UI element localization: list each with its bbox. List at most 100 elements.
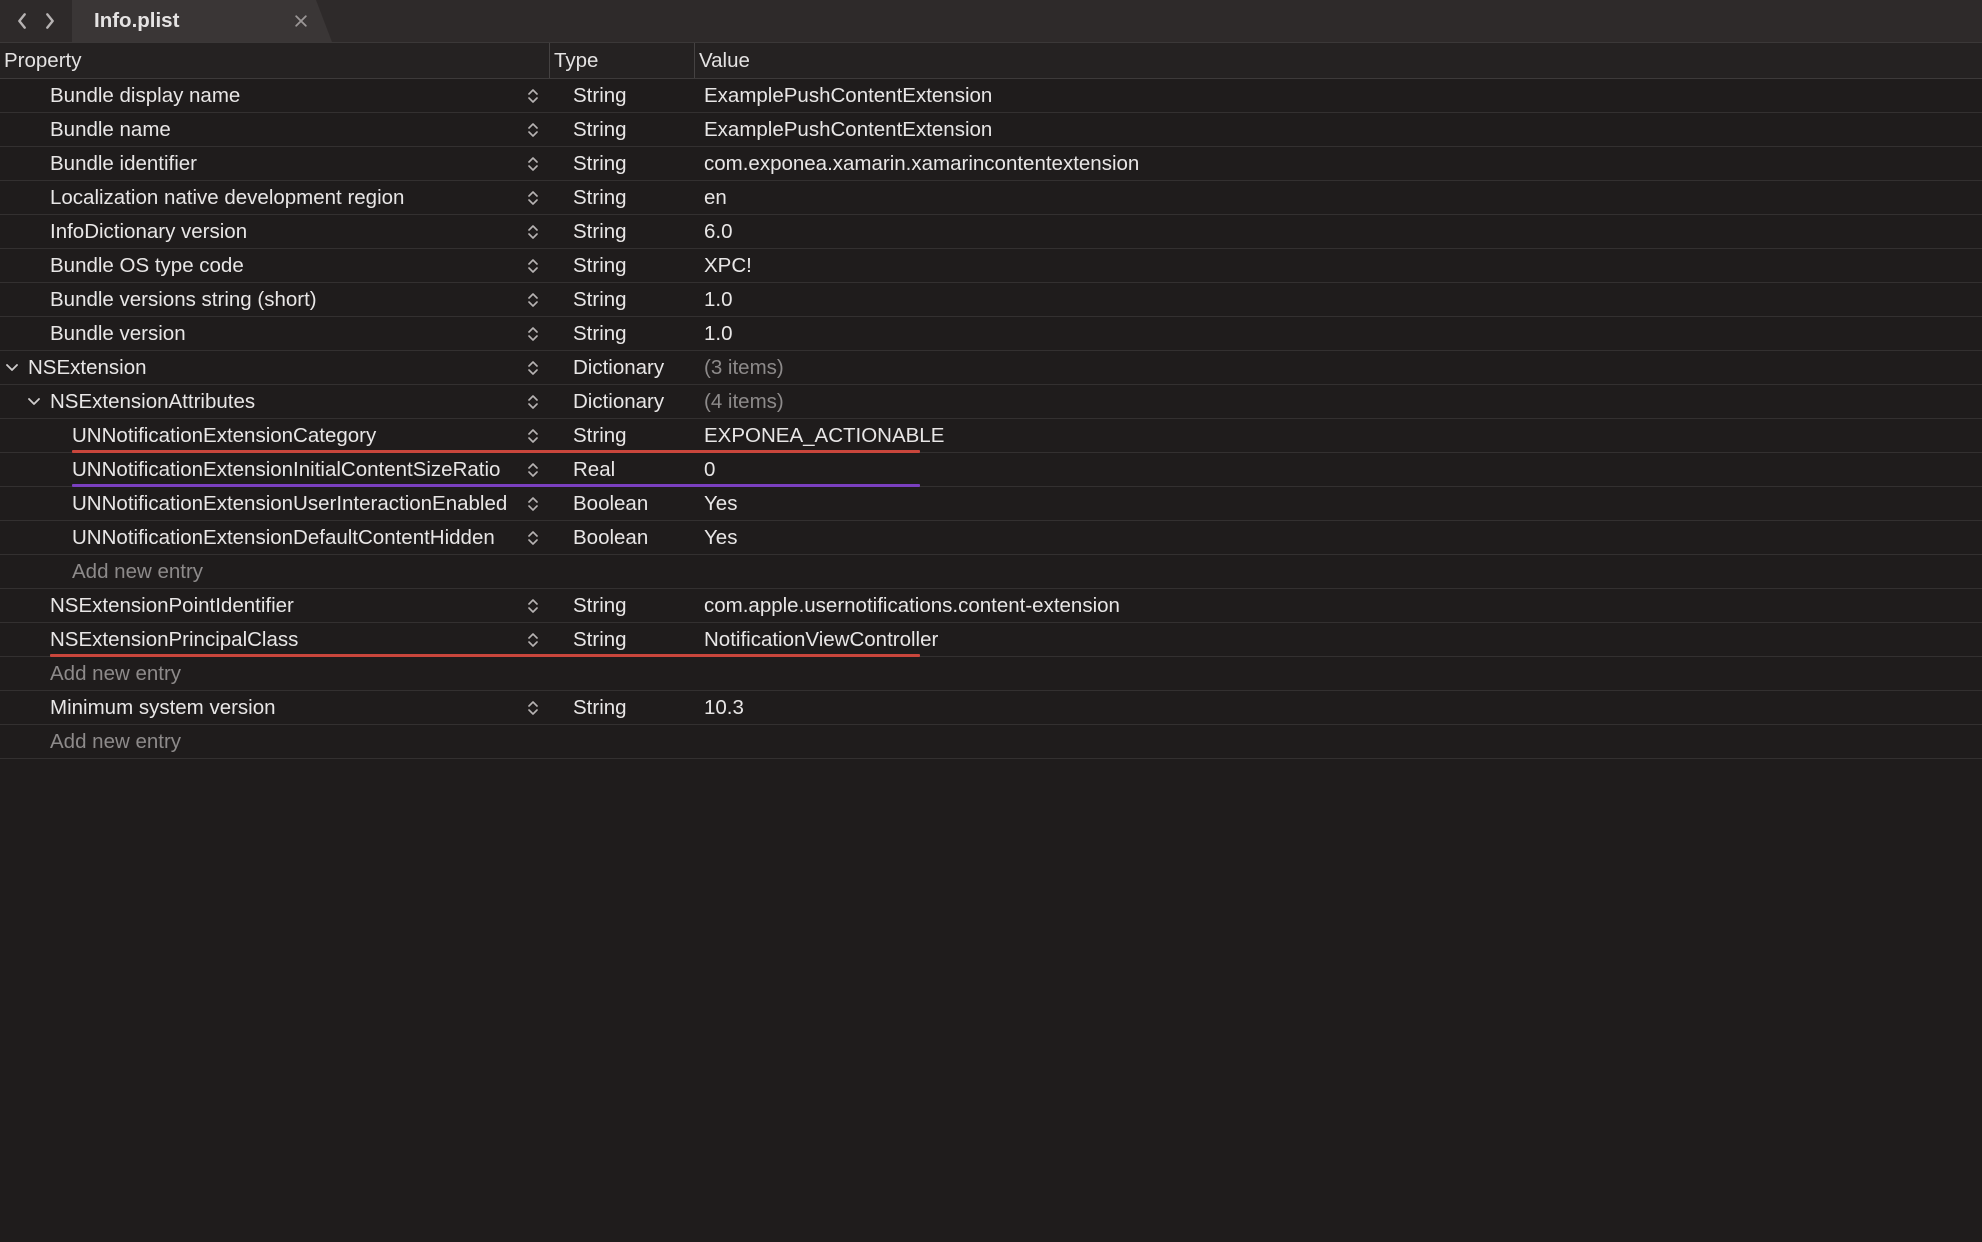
property-cell[interactable]: Add new entry — [0, 662, 549, 686]
key-type-stepper[interactable] — [525, 154, 541, 174]
value-cell[interactable]: EXPONEA_ACTIONABLE — [694, 424, 1982, 448]
plist-row[interactable]: Bundle versionString1.0 — [0, 317, 1982, 351]
add-new-entry-row[interactable]: Add new entry — [0, 555, 1982, 589]
property-cell[interactable]: UNNotificationExtensionCategory — [0, 424, 549, 448]
plist-row[interactable]: Minimum system versionString10.3 — [0, 691, 1982, 725]
property-cell[interactable]: Add new entry — [0, 730, 549, 754]
tab-info-plist[interactable]: Info.plist — [72, 0, 332, 42]
column-header-value[interactable]: Value — [694, 43, 1982, 78]
type-cell[interactable]: String — [549, 84, 694, 108]
property-cell[interactable]: NSExtension — [0, 356, 549, 380]
plist-row[interactable]: InfoDictionary versionString6.0 — [0, 215, 1982, 249]
type-cell[interactable]: String — [549, 186, 694, 210]
plist-row[interactable]: NSExtensionPrincipalClassStringNotificat… — [0, 623, 1982, 657]
plist-row[interactable]: Localization native development regionSt… — [0, 181, 1982, 215]
plist-row[interactable]: Bundle versions string (short)String1.0 — [0, 283, 1982, 317]
type-cell[interactable]: Real — [549, 458, 694, 482]
value-cell[interactable]: com.exponea.xamarin.xamarincontentextens… — [694, 152, 1982, 176]
type-cell[interactable]: String — [549, 152, 694, 176]
add-new-entry-row[interactable]: Add new entry — [0, 725, 1982, 759]
type-cell[interactable]: String — [549, 288, 694, 312]
value-cell[interactable]: Yes — [694, 526, 1982, 550]
type-cell[interactable]: String — [549, 118, 694, 142]
value-cell[interactable]: XPC! — [694, 254, 1982, 278]
value-cell[interactable]: Yes — [694, 492, 1982, 516]
type-cell[interactable]: Boolean — [549, 526, 694, 550]
plist-row[interactable]: Bundle OS type codeStringXPC! — [0, 249, 1982, 283]
key-type-stepper[interactable] — [525, 120, 541, 140]
property-cell[interactable]: Localization native development region — [0, 186, 549, 210]
nav-forward-button[interactable] — [36, 7, 64, 35]
property-cell[interactable]: UNNotificationExtensionDefaultContentHid… — [0, 526, 549, 550]
plist-row[interactable]: Bundle nameStringExamplePushContentExten… — [0, 113, 1982, 147]
key-type-stepper[interactable] — [525, 426, 541, 446]
type-cell[interactable]: String — [549, 424, 694, 448]
value-cell[interactable]: 1.0 — [694, 288, 1982, 312]
property-cell[interactable]: NSExtensionAttributes — [0, 390, 549, 414]
key-type-stepper[interactable] — [525, 290, 541, 310]
plist-row[interactable]: UNNotificationExtensionDefaultContentHid… — [0, 521, 1982, 555]
key-type-stepper[interactable] — [525, 86, 541, 106]
key-type-stepper[interactable] — [525, 256, 541, 276]
type-cell[interactable]: String — [549, 220, 694, 244]
plist-row[interactable]: NSExtensionAttributesDictionary(4 items) — [0, 385, 1982, 419]
value-cell[interactable]: ExamplePushContentExtension — [694, 84, 1982, 108]
type-cell[interactable]: String — [549, 254, 694, 278]
type-cell[interactable]: Boolean — [549, 492, 694, 516]
key-type-stepper[interactable] — [525, 392, 541, 412]
property-cell[interactable]: NSExtensionPrincipalClass — [0, 628, 549, 652]
key-type-stepper[interactable] — [525, 324, 541, 344]
value-cell[interactable]: NotificationViewController — [694, 628, 1982, 652]
property-cell[interactable]: Bundle version — [0, 322, 549, 346]
value-cell[interactable]: ExamplePushContentExtension — [694, 118, 1982, 142]
value-cell[interactable]: (4 items) — [694, 390, 1982, 414]
property-cell[interactable]: Bundle display name — [0, 84, 549, 108]
value-cell[interactable]: 6.0 — [694, 220, 1982, 244]
disclosure-triangle[interactable] — [26, 394, 42, 410]
plist-row[interactable]: UNNotificationExtensionInitialContentSiz… — [0, 453, 1982, 487]
plist-row[interactable]: Bundle display nameStringExamplePushCont… — [0, 79, 1982, 113]
property-cell[interactable]: NSExtensionPointIdentifier — [0, 594, 549, 618]
value-cell[interactable]: (3 items) — [694, 356, 1982, 380]
value-cell[interactable]: en — [694, 186, 1982, 210]
value-cell[interactable]: 0 — [694, 458, 1982, 482]
key-type-stepper[interactable] — [525, 630, 541, 650]
type-cell[interactable]: String — [549, 628, 694, 652]
property-cell[interactable]: UNNotificationExtensionInitialContentSiz… — [0, 458, 549, 482]
key-type-stepper[interactable] — [525, 358, 541, 378]
property-cell[interactable]: UNNotificationExtensionUserInteractionEn… — [0, 492, 549, 516]
value-cell[interactable]: com.apple.usernotifications.content-exte… — [694, 594, 1982, 618]
key-type-stepper[interactable] — [525, 460, 541, 480]
plist-row[interactable]: Bundle identifierStringcom.exponea.xamar… — [0, 147, 1982, 181]
property-cell[interactable]: InfoDictionary version — [0, 220, 549, 244]
add-new-entry-row[interactable]: Add new entry — [0, 657, 1982, 691]
type-cell[interactable]: Dictionary — [549, 390, 694, 414]
plist-row[interactable]: NSExtensionDictionary(3 items) — [0, 351, 1982, 385]
type-cell[interactable]: String — [549, 594, 694, 618]
property-cell[interactable]: Bundle versions string (short) — [0, 288, 549, 312]
value-cell[interactable]: 1.0 — [694, 322, 1982, 346]
type-cell[interactable]: Dictionary — [549, 356, 694, 380]
disclosure-triangle[interactable] — [4, 360, 20, 376]
column-header-type[interactable]: Type — [549, 43, 694, 78]
type-cell[interactable]: String — [549, 696, 694, 720]
type-cell[interactable]: String — [549, 322, 694, 346]
plist-row[interactable]: NSExtensionPointIdentifierStringcom.appl… — [0, 589, 1982, 623]
property-cell[interactable]: Minimum system version — [0, 696, 549, 720]
nav-back-button[interactable] — [8, 7, 36, 35]
plist-row[interactable]: UNNotificationExtensionUserInteractionEn… — [0, 487, 1982, 521]
property-cell[interactable]: Bundle OS type code — [0, 254, 549, 278]
key-type-stepper[interactable] — [525, 222, 541, 242]
key-type-stepper[interactable] — [525, 698, 541, 718]
property-cell[interactable]: Add new entry — [0, 560, 549, 584]
key-type-stepper[interactable] — [525, 596, 541, 616]
key-type-stepper[interactable] — [525, 494, 541, 514]
key-type-stepper[interactable] — [525, 188, 541, 208]
value-cell[interactable]: 10.3 — [694, 696, 1982, 720]
plist-row[interactable]: UNNotificationExtensionCategoryStringEXP… — [0, 419, 1982, 453]
property-cell[interactable]: Bundle identifier — [0, 152, 549, 176]
property-cell[interactable]: Bundle name — [0, 118, 549, 142]
column-header-property[interactable]: Property — [0, 43, 549, 78]
tab-close-button[interactable] — [292, 9, 310, 33]
key-type-stepper[interactable] — [525, 528, 541, 548]
